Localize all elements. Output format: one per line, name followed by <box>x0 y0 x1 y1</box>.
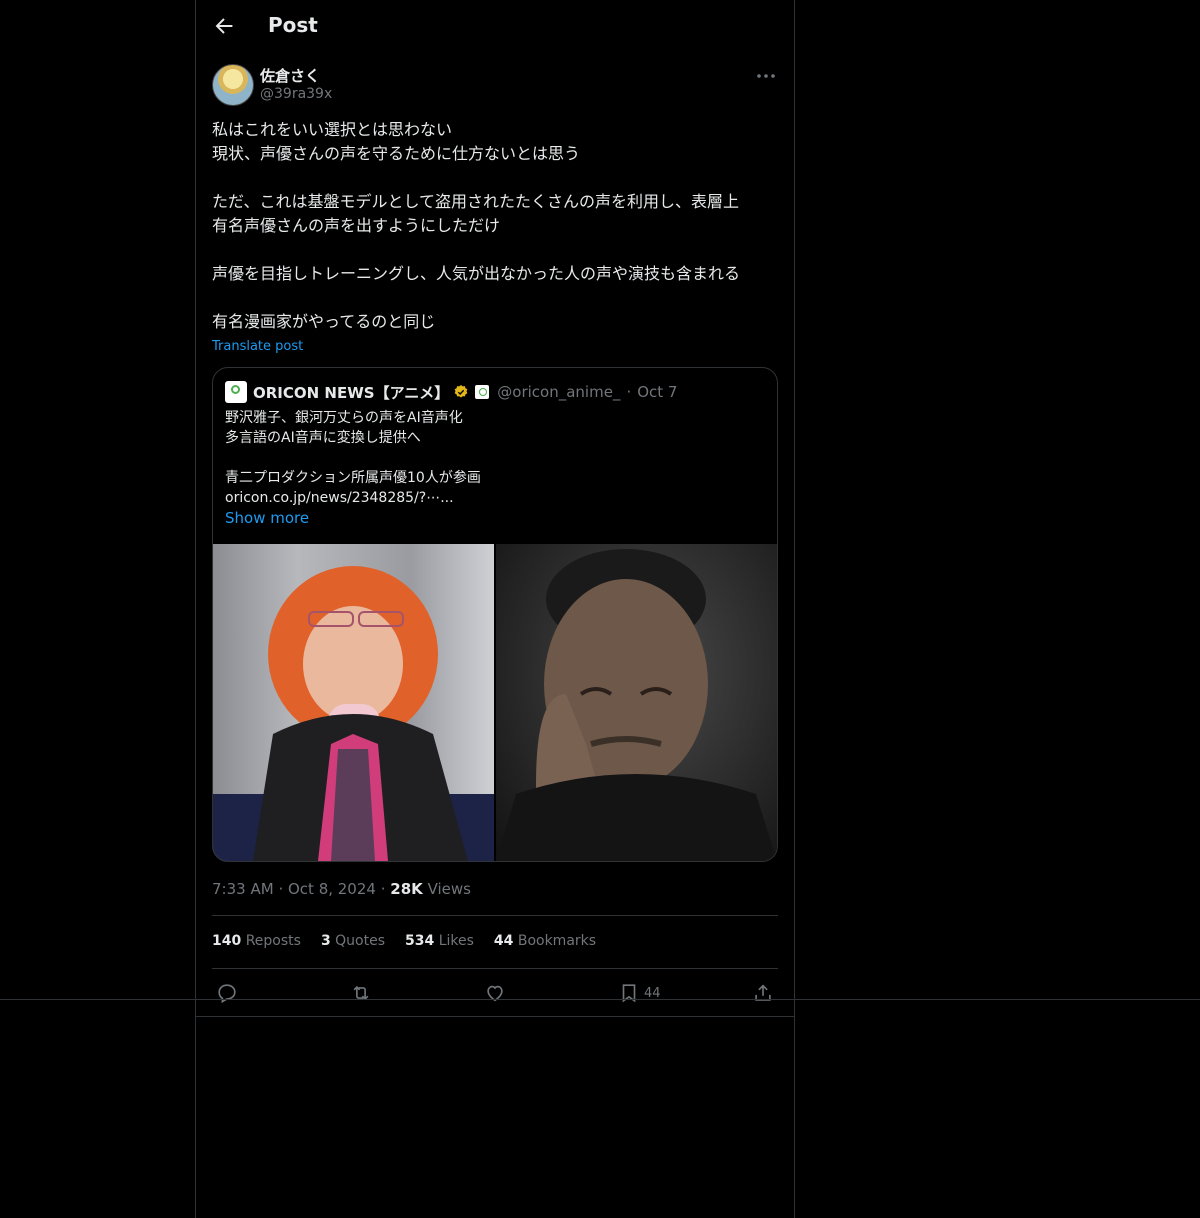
share-icon <box>755 984 771 1001</box>
reply-icon <box>218 984 236 1004</box>
post-meta: 7:33 AM · Oct 8, 2024 · 28K Views <box>212 880 471 898</box>
post-date[interactable]: Oct 8, 2024 <box>288 880 376 898</box>
separator-dot: · <box>626 383 632 401</box>
reposts-label: Reposts <box>245 933 301 949</box>
separator-dot: · <box>278 880 288 898</box>
post-line: 声優を目指しトレーニングし、人気が出なかった人の声や演技も含まれる <box>212 264 741 283</box>
show-more-link[interactable]: Show more <box>225 508 765 528</box>
photo-2[interactable] <box>496 544 777 861</box>
separator-dot: · <box>380 880 391 898</box>
author-name[interactable]: 佐倉さく <box>260 65 320 86</box>
quoted-author-handle: @oricon_anime_ <box>497 383 621 401</box>
back-arrow-icon[interactable] <box>212 14 236 38</box>
affiliate-badge-icon <box>475 385 490 399</box>
views-label: Views <box>427 880 471 898</box>
likes-stat[interactable]: 534 Likes <box>405 933 474 949</box>
post-line: 有名声優さんの声を出すようにしただけ <box>212 216 501 235</box>
quoted-line: 野沢雅子、銀河万丈らの声をAI音声化 <box>225 410 463 426</box>
reply-button[interactable] <box>216 982 238 1004</box>
repost-icon <box>353 985 369 1001</box>
quotes-count: 3 <box>320 933 331 949</box>
quoted-media <box>213 544 777 861</box>
photo-2-illustration <box>496 549 777 861</box>
likes-label: Likes <box>438 933 474 949</box>
photo-1[interactable] <box>213 544 494 861</box>
translate-link[interactable]: Translate post <box>212 339 303 354</box>
likes-count: 534 <box>405 933 435 949</box>
quotes-stat[interactable]: 3 Quotes <box>321 933 385 949</box>
quoted-line: 多言語のAI音声に変換し提供へ <box>225 430 421 446</box>
author-handle[interactable]: @39ra39x <box>260 86 332 102</box>
post-time[interactable]: 7:33 AM <box>212 880 274 898</box>
avatar[interactable] <box>212 64 254 106</box>
bookmarks-stat[interactable]: 44 Bookmarks <box>494 933 596 949</box>
quoted-post[interactable]: ORICON NEWS【アニメ】 @oricon_anime_ · Oct 7 … <box>212 367 778 862</box>
bookmark-button[interactable]: 44 <box>618 982 661 1004</box>
reposts-stat[interactable]: 140 Reposts <box>212 933 301 949</box>
verified-badge-icon <box>454 385 468 398</box>
quoted-line: 青二プロダクション所属声優10人が参画 <box>225 470 481 486</box>
divider <box>212 915 778 916</box>
author-block: 佐倉さく @39ra39x <box>212 64 778 108</box>
more-icon[interactable] <box>754 66 778 86</box>
divider <box>196 1016 794 1017</box>
repost-button[interactable] <box>350 982 372 1004</box>
like-button[interactable] <box>484 982 506 1004</box>
bookmarks-count: 44 <box>493 933 514 949</box>
post-line: 現状、声優さんの声を守るために仕方ないとは思う <box>212 144 581 163</box>
quoted-author-name: ORICON NEWS【アニメ】 <box>253 383 450 402</box>
action-bar: 44 <box>212 982 778 1006</box>
header: Post <box>196 0 794 53</box>
views-count: 28K <box>390 880 423 898</box>
post-line: 私はこれをいい選択とは思わない <box>212 120 453 139</box>
bookmarks-label: Bookmarks <box>517 933 597 949</box>
share-button[interactable] <box>752 982 774 1004</box>
post-column: Post 佐倉さく @39ra39x 私はこれをいい選択とは思わない 現状、声優… <box>195 0 795 1218</box>
page-title: Post <box>268 13 318 37</box>
quoted-post-date: Oct 7 <box>637 383 678 401</box>
post-line: 有名漫画家がやってるのと同じ <box>212 312 436 331</box>
quotes-label: Quotes <box>335 933 385 949</box>
quoted-line: oricon.co.jp/news/2348285/?⋯... <box>225 490 454 506</box>
page-rule <box>0 999 1200 1000</box>
post-text: 私はこれをいい選択とは思わない 現状、声優さんの声を守るために仕方ないとは思う … <box>212 118 778 334</box>
post-line: ただ、これは基盤モデルとして盗用されたたくさんの声を利用し、表層上 <box>212 192 740 211</box>
quoted-avatar[interactable] <box>225 381 247 403</box>
post-stats: 140 Reposts 3 Quotes 534 Likes 44 Bookma… <box>212 933 596 949</box>
reposts-count: 140 <box>212 933 242 949</box>
like-icon <box>487 985 503 1002</box>
photo-1-illustration <box>213 566 494 861</box>
divider <box>212 968 778 969</box>
bookmark-icon <box>622 984 636 1003</box>
quoted-post-header: ORICON NEWS【アニメ】 @oricon_anime_ · Oct 7 <box>225 380 677 404</box>
quoted-post-text: 野沢雅子、銀河万丈らの声をAI音声化 多言語のAI音声に変換し提供へ 青二プロダ… <box>225 408 765 528</box>
